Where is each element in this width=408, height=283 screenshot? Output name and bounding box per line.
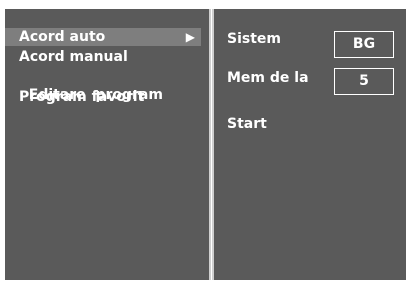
menu-item-program-favorit[interactable]: Program favorit bbox=[19, 88, 144, 106]
menu-item-label: Acord auto bbox=[19, 29, 106, 45]
menu-item-acord-manual[interactable]: Acord manual bbox=[19, 48, 128, 66]
mem-de-la-label: Mem de la bbox=[227, 70, 309, 86]
menu-item-label: Acord manual bbox=[19, 49, 128, 65]
menu-item-label: Program favorit bbox=[19, 89, 145, 105]
right-arrow-icon: ▶ bbox=[185, 30, 195, 44]
mem-de-la-value-field[interactable]: 5 bbox=[334, 68, 394, 95]
sistem-value-field[interactable]: BG bbox=[334, 31, 394, 58]
menu-item-acord-auto[interactable]: Acord auto ▶ bbox=[5, 28, 201, 46]
menu-item-editare-program[interactable]: Editare program bbox=[19, 68, 163, 103]
sistem-label: Sistem bbox=[227, 31, 281, 47]
start-button[interactable]: Start bbox=[227, 115, 267, 133]
